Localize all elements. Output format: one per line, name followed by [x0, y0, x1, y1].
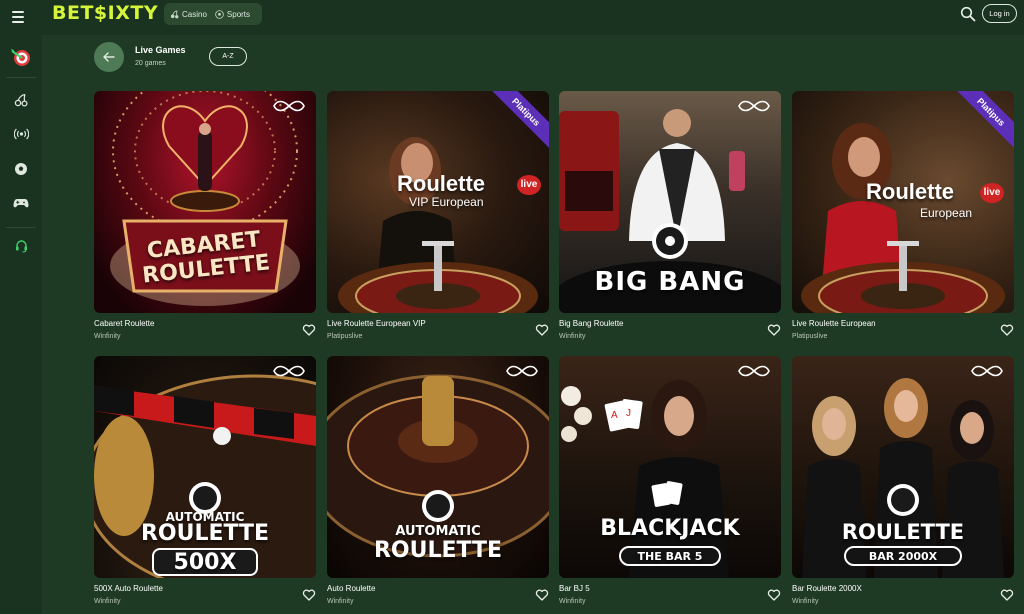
heart-icon[interactable] — [1000, 588, 1014, 602]
game-provider: Platipuslive — [792, 333, 828, 340]
game-art-big-title: BLACKJACK — [600, 516, 740, 541]
heart-icon[interactable] — [767, 588, 781, 602]
sidebar-item-promotions[interactable] — [9, 45, 33, 69]
top-bar: BET$IXTY Casino Sports Log in — [0, 0, 1024, 35]
game-thumbnail[interactable]: Roulette live European Platipus — [792, 91, 1014, 313]
sidebar-item-slots[interactable] — [11, 90, 31, 110]
soccer-ball-icon — [215, 9, 224, 19]
game-title[interactable]: Live Roulette European VIP — [327, 319, 426, 328]
heart-icon[interactable] — [535, 323, 549, 337]
game-title[interactable]: 500X Auto Roulette — [94, 584, 163, 593]
game-art-big-title: ROULETTE — [841, 520, 965, 544]
game-card[interactable]: AUTOMATIC ROULETTE Auto Roulette Winfini… — [327, 356, 549, 605]
live-signal-icon — [13, 128, 29, 140]
sidebar-item-live[interactable] — [11, 124, 31, 144]
svg-text:J: J — [626, 408, 631, 419]
heart-icon[interactable] — [1000, 323, 1014, 337]
cherry-icon — [14, 93, 28, 107]
winfinity-logo-icon — [506, 365, 538, 377]
game-card[interactable]: CABARET ROULETTE Cabaret Roulette Winfin… — [94, 91, 316, 340]
nav-sports-label: Sports — [226, 9, 251, 19]
nav-casino-label: Casino — [182, 9, 207, 19]
cherry-icon — [170, 9, 179, 18]
game-provider: Platipuslive — [327, 333, 363, 340]
game-thumbnail[interactable]: ROULETTE BAR 2000X — [792, 356, 1014, 578]
winfinity-logo-icon — [738, 365, 770, 377]
winfinity-logo-icon — [738, 100, 770, 112]
game-title[interactable]: Big Bang Roulette — [559, 319, 624, 328]
game-art-badge: BAR 2000X — [844, 546, 962, 566]
back-button[interactable] — [94, 42, 124, 72]
game-thumbnail[interactable]: AUTOMATIC ROULETTE — [327, 356, 549, 578]
arrow-left-icon — [103, 52, 115, 62]
soccer-ball-icon — [15, 163, 27, 175]
game-thumbnail[interactable]: Roulette live VIP European Platipus — [327, 91, 549, 313]
game-provider: Winfinity — [94, 333, 121, 340]
blackjack-dealer-art: A J — [561, 380, 729, 578]
game-thumbnail[interactable]: CABARET ROULETTE — [94, 91, 316, 313]
page-title: Live Games — [135, 45, 186, 55]
game-card[interactable]: A J BLACKJACK THE BAR 5 Bar BJ 5 Winfini… — [559, 356, 781, 605]
heart-icon[interactable] — [767, 323, 781, 337]
gamepad-icon — [13, 199, 29, 208]
game-art-subtitle: European — [920, 206, 973, 220]
game-title[interactable]: Live Roulette European — [792, 319, 876, 328]
game-card[interactable]: BIG BANG Big Bang Roulette Winfinity — [559, 91, 781, 340]
heart-icon[interactable] — [535, 588, 549, 602]
game-provider: Winfinity — [559, 598, 586, 605]
game-provider: Winfinity — [327, 598, 354, 605]
game-thumbnail[interactable]: AUTOMATIC ROULETTE 500X — [94, 356, 316, 578]
game-card[interactable]: Roulette live VIP European Platipus Live… — [327, 91, 549, 340]
game-thumbnail[interactable]: BIG BANG — [559, 91, 781, 313]
dartboard-icon — [11, 49, 30, 66]
game-title[interactable]: Auto Roulette — [327, 584, 375, 593]
search-icon[interactable] — [960, 6, 976, 22]
heart-icon[interactable] — [302, 323, 316, 337]
product-switcher: Casino Sports — [164, 3, 262, 25]
heart-icon[interactable] — [302, 588, 316, 602]
game-card[interactable]: Roulette live European Platipus Live Rou… — [792, 91, 1014, 340]
live-badge: live — [980, 183, 1004, 203]
game-art-big-title: ROULETTE — [140, 521, 270, 546]
sidebar-item-virtual[interactable] — [11, 193, 31, 213]
sort-button[interactable]: A-Z — [209, 47, 247, 66]
game-count: 20 games — [135, 60, 166, 67]
login-button[interactable]: Log in — [982, 4, 1017, 23]
sidebar — [0, 35, 42, 614]
game-art-big-title: ROULETTE — [373, 538, 503, 563]
bar-roulette-dealers-art — [802, 378, 1004, 578]
headset-icon — [15, 240, 27, 253]
game-provider: Winfinity — [94, 598, 121, 605]
live-badge: live — [517, 175, 541, 195]
sidebar-item-support[interactable] — [11, 236, 31, 256]
game-art-title: BIG BANG — [594, 267, 746, 297]
game-art-badge: THE BAR 5 — [619, 546, 721, 566]
game-art-title: AUTOMATIC — [395, 524, 481, 539]
menu-icon[interactable] — [12, 8, 30, 26]
game-thumbnail[interactable]: A J BLACKJACK THE BAR 5 — [559, 356, 781, 578]
logo[interactable]: BET$IXTY — [52, 2, 158, 24]
winfinity-logo-icon — [971, 365, 1003, 377]
game-title[interactable]: Bar BJ 5 — [559, 584, 590, 593]
game-card[interactable]: AUTOMATIC ROULETTE 500X 500X Auto Roulet… — [94, 356, 316, 605]
nav-sports[interactable]: Sports — [215, 10, 250, 19]
game-art-subtitle: VIP European — [409, 195, 484, 209]
svg-text:A: A — [611, 410, 618, 421]
winfinity-logo-icon — [273, 100, 305, 112]
game-provider: Winfinity — [792, 598, 819, 605]
game-title[interactable]: Bar Roulette 2000X — [792, 584, 862, 593]
game-card[interactable]: ROULETTE BAR 2000X Bar Roulette 2000X Wi… — [792, 356, 1014, 605]
winfinity-logo-icon — [273, 365, 305, 377]
sidebar-item-sports[interactable] — [11, 159, 31, 179]
game-art-badge: 500X — [152, 548, 258, 576]
game-provider: Winfinity — [559, 333, 586, 340]
game-title[interactable]: Cabaret Roulette — [94, 319, 154, 328]
nav-casino[interactable]: Casino — [170, 10, 207, 19]
